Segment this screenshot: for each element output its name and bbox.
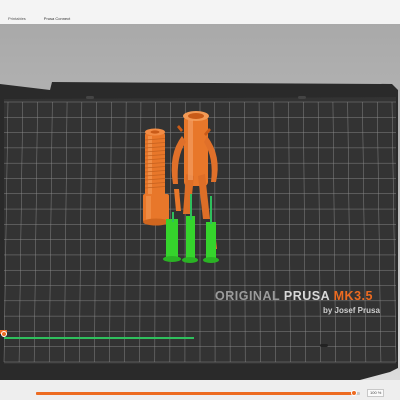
support-stem: [210, 196, 212, 224]
bed-maker-text: by Josef Prusa: [323, 306, 380, 315]
layer-progress-line: [4, 337, 194, 339]
support-base: [203, 257, 219, 263]
bed-hole: [86, 96, 94, 99]
top-tab-bar: Printables Prusa Connect: [0, 13, 400, 24]
bed-hole: [320, 344, 328, 347]
support-pillar: [186, 216, 195, 260]
tab-printables[interactable]: Printables: [6, 13, 28, 24]
horizontal-slider-value: 100 %: [367, 389, 385, 397]
horizontal-layer-slider-fill: [36, 392, 354, 395]
bed-brand-text: ORIGINAL PRUSA MK3.5: [215, 289, 373, 303]
bed-brand-prusa: PRUSA: [284, 289, 334, 303]
bed-brand-original: ORIGINAL: [215, 289, 284, 303]
bottom-toolbar: [0, 380, 400, 400]
support-stem: [190, 194, 192, 220]
3d-viewport[interactable]: ORIGINAL PRUSA MK3.5 by Josef Prusa: [0, 24, 400, 380]
support-pillar: [166, 219, 178, 259]
tab-prusa-connect[interactable]: Prusa Connect: [42, 13, 72, 24]
slider-knob-icon[interactable]: [350, 390, 357, 396]
bed-model: MK3.5: [334, 289, 373, 303]
support-base: [182, 257, 198, 263]
support-stem: [172, 212, 174, 222]
support-pillar: [206, 222, 216, 260]
bed-hole: [298, 96, 306, 99]
scene-canvas[interactable]: ORIGINAL PRUSA MK3.5 by Josef Prusa: [0, 24, 400, 380]
support-base: [163, 256, 181, 262]
